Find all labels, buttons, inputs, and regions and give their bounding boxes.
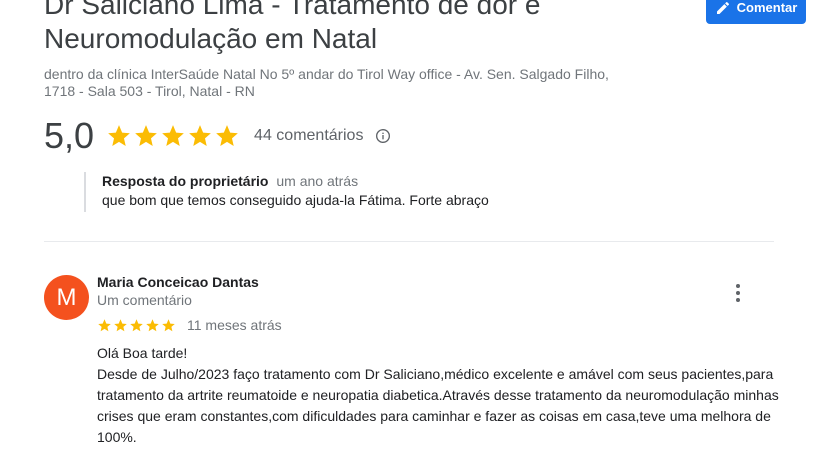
star-icon	[135, 125, 157, 146]
star-icon	[146, 318, 159, 331]
star-icon	[216, 125, 238, 146]
comment-button-label: Comentar	[736, 0, 798, 15]
star-icon	[130, 318, 143, 331]
review-time: 11 meses atrás	[187, 317, 282, 333]
reviewer-meta: Um comentário	[97, 292, 192, 308]
star-icon	[162, 125, 184, 146]
reviewer-name[interactable]: Maria Conceicao Dantas	[97, 274, 259, 290]
owner-reply-label: Resposta do proprietário	[102, 173, 269, 189]
place-address: dentro da clínica InterSaúde Natal No 5º…	[44, 66, 609, 99]
info-icon[interactable]	[375, 128, 391, 144]
review-stars	[97, 318, 176, 333]
divider	[44, 241, 774, 242]
owner-reply-time: um ano atrás	[276, 173, 359, 189]
star-icon	[98, 318, 111, 331]
comment-button[interactable]: Comentar	[706, 0, 806, 24]
more-vert-icon[interactable]	[730, 282, 746, 304]
review-rating: 11 meses atrás	[97, 317, 282, 333]
rating-summary: 5,0 44 comentários	[44, 116, 391, 156]
review-text-line: Olá Boa tarde!	[97, 345, 188, 361]
star-icon	[108, 125, 130, 146]
place-title: Dr Saliciano Lima - Tratamento de dor e …	[44, 0, 541, 54]
owner-reply-text: que bom que temos conseguido ajuda-la Fá…	[102, 192, 489, 208]
review-count[interactable]: 44 comentários	[254, 127, 363, 145]
rating-stars	[106, 123, 240, 149]
owner-reply: Resposta do proprietário um ano atrás qu…	[84, 172, 662, 212]
pencil-icon	[716, 1, 729, 14]
star-icon	[189, 125, 211, 146]
review-text: Olá Boa tarde! Desde de Julho/2023 faço …	[97, 343, 797, 448]
star-icon	[114, 318, 127, 331]
star-icon	[162, 318, 175, 331]
avatar[interactable]: M	[44, 275, 89, 320]
review-text-line: Desde de Julho/2023 faço tratamento com …	[97, 366, 779, 445]
rating-value: 5,0	[44, 115, 95, 156]
